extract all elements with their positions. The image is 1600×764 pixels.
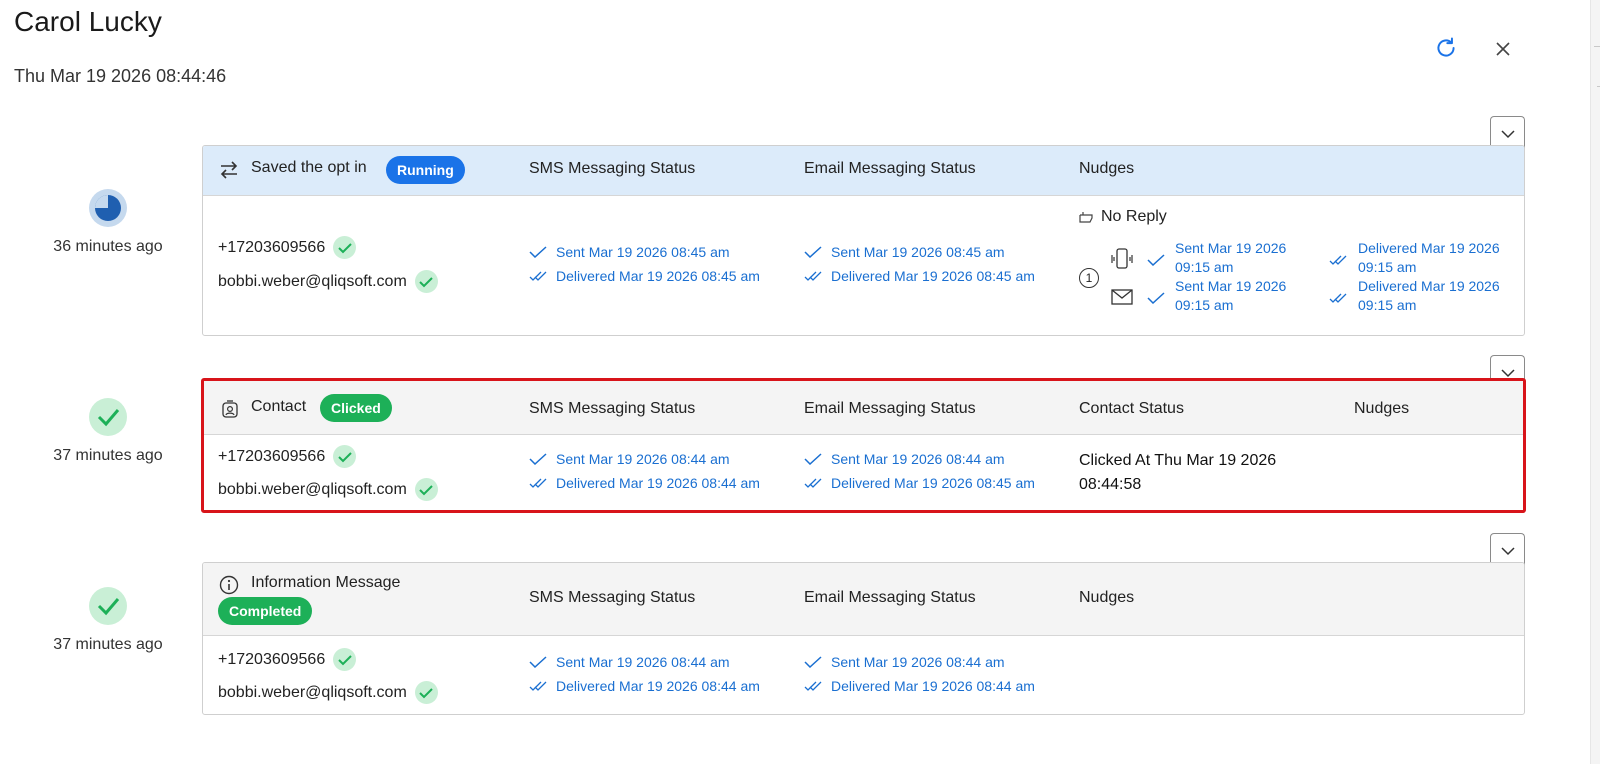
sms-delivered-status: Delivered Mar 19 2026 08:44 am [529,475,760,491]
status-badge: Clicked [320,394,392,422]
check-icon [804,453,822,465]
email-delivered-status: Delivered Mar 19 2026 08:44 am [804,678,1035,694]
step-card-header: Saved the opt in Running SMS Messaging S… [203,146,1524,196]
contact-phone: +17203609566 [218,648,357,671]
check-icon [804,246,822,258]
email-sent-status: Sent Mar 19 2026 08:45 am [804,244,1005,260]
check-circle-icon [88,586,128,626]
close-icon[interactable] [1489,35,1517,63]
col-sms-header: SMS Messaging Status [529,400,696,417]
check-circle-icon [88,397,128,437]
contact-email: bobbi.weber@qliqsoft.com [218,270,438,293]
step-card-information-message: Information Message Completed SMS Messag… [202,562,1525,715]
contact-phone: +17203609566 [218,445,357,468]
phone-number: +17203609566 [218,447,326,465]
contact-email: bobbi.weber@qliqsoft.com [218,478,438,501]
email-sent-status: Sent Mar 19 2026 08:44 am [804,654,1005,670]
nudge-sms-sent: Sent Mar 19 2026 09:15 am [1175,240,1287,275]
check-icon [529,453,547,465]
email-delivered-status: Delivered Mar 19 2026 08:45 am [804,475,1035,491]
mobile-phone-icon [1109,248,1135,275]
double-check-icon [804,271,822,281]
nudge-email-sent: Sent Mar 19 2026 09:15 am [1175,278,1287,313]
check-icon [1147,254,1165,266]
contact-phone: +17203609566 [218,236,357,259]
nudge-sms-delivered: Delivered Mar 19 2026 09:15 am [1358,240,1500,275]
col-sms-header: SMS Messaging Status [529,160,696,177]
status-badge: Running [386,156,465,184]
step-name: Saved the opt in [251,159,367,176]
contact-card-icon [221,400,239,423]
sms-delivered-status: Delivered Mar 19 2026 08:45 am [529,268,760,284]
double-check-icon [529,271,547,281]
sms-sent-status: Sent Mar 19 2026 08:44 am [529,451,730,467]
col-email-header: Email Messaging Status [804,400,976,417]
step-card-body: +17203609566 bobbi.weber@qliqsoft.com Se… [204,435,1523,505]
right-panel-edge [1590,0,1600,764]
verified-check-icon [333,236,357,259]
col-nudges-header: Nudges [1079,589,1135,606]
double-check-icon [1329,255,1347,265]
double-check-icon [1329,293,1347,303]
step-time: 36 minutes ago [53,238,163,255]
progress-pie-icon [88,188,128,228]
status-badge: Completed [218,597,313,625]
page-datetime: Thu Mar 19 2026 08:44:46 [14,66,227,86]
double-check-icon [529,681,547,691]
verified-check-icon [414,270,438,293]
check-icon [529,656,547,668]
verified-check-icon [333,445,357,468]
phone-number: +17203609566 [218,650,326,668]
refresh-icon[interactable] [1432,34,1460,62]
step-card-body: +17203609566 bobbi.weber@qliqsoft.com Se… [203,636,1524,714]
step-card-contact: Contact Clicked SMS Messaging Status Ema… [201,378,1526,513]
col-sms-header: SMS Messaging Status [529,589,696,606]
col-email-header: Email Messaging Status [804,589,976,606]
check-icon [804,656,822,668]
step-time: 37 minutes ago [53,447,163,464]
check-icon [1147,292,1165,304]
step-card-saved-opt-in: Saved the opt in Running SMS Messaging S… [202,145,1525,336]
email-address: bobbi.weber@qliqsoft.com [218,683,407,701]
step-time: 37 minutes ago [53,636,163,653]
email-address: bobbi.weber@qliqsoft.com [218,480,407,498]
swap-arrows-icon [219,161,239,184]
col-contact-status-header: Contact Status [1079,400,1184,417]
step-card-header: Contact Clicked SMS Messaging Status Ema… [204,381,1523,435]
step-card-body: +17203609566 bobbi.weber@qliqsoft.com Se… [203,196,1524,335]
email-sent-status: Sent Mar 19 2026 08:44 am [804,451,1005,467]
col-nudges-header: Nudges [1079,160,1135,177]
sms-delivered-status: Delivered Mar 19 2026 08:44 am [529,678,760,694]
verified-check-icon [414,681,438,704]
step-name: Information Message [251,574,401,591]
email-address: bobbi.weber@qliqsoft.com [218,272,407,290]
contact-email: bobbi.weber@qliqsoft.com [218,681,438,704]
verified-check-icon [333,648,357,671]
double-check-icon [529,478,547,488]
pointing-hand-icon [1079,212,1093,223]
verified-check-icon [414,478,438,501]
step-card-header: Information Message Completed SMS Messag… [203,563,1524,636]
sms-sent-status: Sent Mar 19 2026 08:45 am [529,244,730,260]
phone-number: +17203609566 [218,238,326,256]
nudge-number: 1 [1079,268,1099,288]
page-title: Carol Lucky [14,6,162,37]
double-check-icon [804,478,822,488]
col-email-header: Email Messaging Status [804,160,976,177]
step-name: Contact [251,398,307,415]
double-check-icon [804,681,822,691]
sms-sent-status: Sent Mar 19 2026 08:44 am [529,654,730,670]
check-icon [529,246,547,258]
nudge-email-delivered: Delivered Mar 19 2026 09:15 am [1358,278,1500,313]
email-delivered-status: Delivered Mar 19 2026 08:45 am [804,268,1035,284]
nudge-trigger: No Reply [1079,208,1167,226]
contact-status-text: Clicked At Thu Mar 19 2026 08:44:58 [1079,452,1277,493]
mail-icon [1111,289,1133,310]
col-nudges-header: Nudges [1354,400,1410,417]
